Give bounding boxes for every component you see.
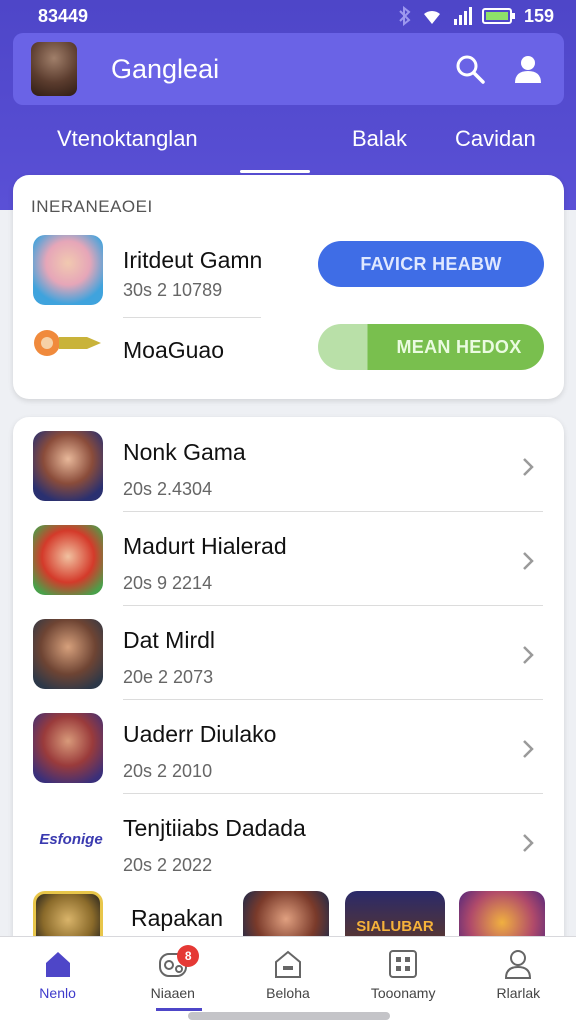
grid-icon bbox=[389, 950, 418, 978]
list-item-meta: 20s 9 2214 bbox=[123, 573, 213, 593]
tab-bar: Vtenoktanglan Balak Cavidan bbox=[0, 112, 576, 172]
nav-games[interactable]: 8 Niaaen bbox=[115, 937, 230, 1017]
nav-label: Rlarlak bbox=[496, 985, 541, 1001]
list-item-meta: 20s 2 2022 bbox=[123, 855, 213, 875]
divider bbox=[123, 699, 543, 700]
featured-item-name: Iritdeut Gamn bbox=[123, 247, 263, 273]
list-item[interactable]: Uaderr Diulako 20s 2 2010 bbox=[13, 707, 564, 801]
bottom-nav: Nenlo 8 Niaaen Beloha Tooonamy Rlarlak bbox=[0, 936, 576, 1024]
status-icons: 159 bbox=[398, 6, 554, 27]
game-thumbnail[interactable] bbox=[33, 235, 103, 305]
notification-badge: 8 bbox=[177, 945, 200, 967]
home-icon bbox=[45, 952, 70, 977]
app-bar: Gangleai bbox=[13, 33, 564, 105]
nav-label: Niaaen bbox=[150, 985, 195, 1001]
list-item[interactable]: Esfonige Tenjtiiabs Dadada 20s 2 2022 bbox=[13, 801, 564, 895]
list-item[interactable]: Madurt Hialerad 20s 9 2214 bbox=[13, 519, 564, 613]
list-item[interactable]: Nonk Gama 20s 2.4304 bbox=[13, 425, 564, 519]
nav-label: Beloha bbox=[266, 985, 310, 1001]
featured-action-button[interactable]: FAVICR HEABW bbox=[318, 241, 544, 287]
featured-item-meta: 30s 2 10789 bbox=[123, 280, 223, 300]
list-item-name: Tenjtiiabs Dadada bbox=[123, 815, 306, 841]
list-item-meta: 20e 2 2073 bbox=[123, 667, 214, 687]
chevron-right-icon bbox=[523, 552, 534, 570]
list-item-name: Nonk Gama bbox=[123, 439, 246, 465]
game-logo: Esfonige bbox=[39, 830, 103, 848]
list-item-name: Madurt Hialerad bbox=[123, 533, 287, 559]
chevron-right-icon bbox=[523, 740, 534, 758]
chevron-right-icon bbox=[523, 646, 534, 664]
list-item-name: Dat Mirdl bbox=[123, 627, 216, 653]
list-item-name: Uaderr Diulako bbox=[123, 721, 277, 747]
signal-icon bbox=[453, 7, 472, 25]
chevron-right-icon bbox=[523, 458, 534, 476]
person-icon bbox=[505, 950, 532, 979]
app-title: Gangleai bbox=[111, 53, 220, 84]
nav-store[interactable]: Beloha bbox=[230, 937, 345, 1017]
store-icon bbox=[274, 950, 301, 978]
section-label: INERANEAOEI bbox=[31, 197, 153, 216]
chevron-right-icon bbox=[523, 834, 534, 852]
list-item-meta: 20s 2 2010 bbox=[123, 761, 213, 781]
list-item[interactable]: Dat Mirdl 20e 2 2073 bbox=[13, 613, 564, 707]
app-logo bbox=[31, 42, 77, 96]
game-thumbnail bbox=[33, 525, 103, 595]
nav-label: Nenlo bbox=[39, 985, 76, 1001]
bluetooth-icon bbox=[399, 6, 411, 26]
nav-categories[interactable]: Tooonamy bbox=[346, 937, 461, 1017]
featured-item-name: MoaGuao bbox=[123, 337, 225, 363]
search-icon[interactable] bbox=[450, 49, 490, 89]
divider bbox=[123, 317, 261, 318]
game-thumbnail bbox=[33, 431, 103, 501]
nav-home[interactable]: Nenlo bbox=[0, 937, 115, 1017]
tab-vtenoktanglan[interactable]: Vtenoktanglan bbox=[57, 126, 198, 152]
divider bbox=[123, 605, 543, 606]
home-indicator[interactable] bbox=[188, 1012, 390, 1020]
status-clock: 159 bbox=[523, 5, 554, 26]
tab-indicator bbox=[240, 170, 310, 173]
featured-card: INERANEAOEI Iritdeut Gamn 30s 2 10789 FA… bbox=[13, 175, 564, 399]
status-bar: 83449 159 bbox=[0, 0, 576, 32]
nav-underline bbox=[156, 1008, 202, 1011]
featured-action-button[interactable]: MEAN HEDOX bbox=[318, 324, 544, 370]
battery-icon bbox=[481, 8, 515, 24]
game-thumbnail[interactable] bbox=[31, 323, 103, 363]
list-item-meta: 20s 2.4304 bbox=[123, 479, 213, 499]
status-time: 83449 bbox=[38, 5, 89, 26]
divider bbox=[123, 511, 543, 512]
game-thumbnail bbox=[33, 713, 103, 783]
divider bbox=[123, 793, 543, 794]
tab-cavidan[interactable]: Cavidan bbox=[455, 126, 536, 152]
profile-icon[interactable] bbox=[508, 49, 548, 89]
nav-profile[interactable]: Rlarlak bbox=[461, 937, 576, 1017]
list-item-name: Rapakan bbox=[131, 905, 224, 931]
wifi-icon bbox=[423, 10, 440, 24]
tab-balak[interactable]: Balak bbox=[352, 126, 407, 152]
game-list: Nonk Gama 20s 2.4304 Madurt Hialerad 20s… bbox=[13, 417, 564, 961]
game-thumbnail bbox=[33, 619, 103, 689]
nav-label: Tooonamy bbox=[370, 985, 436, 1001]
